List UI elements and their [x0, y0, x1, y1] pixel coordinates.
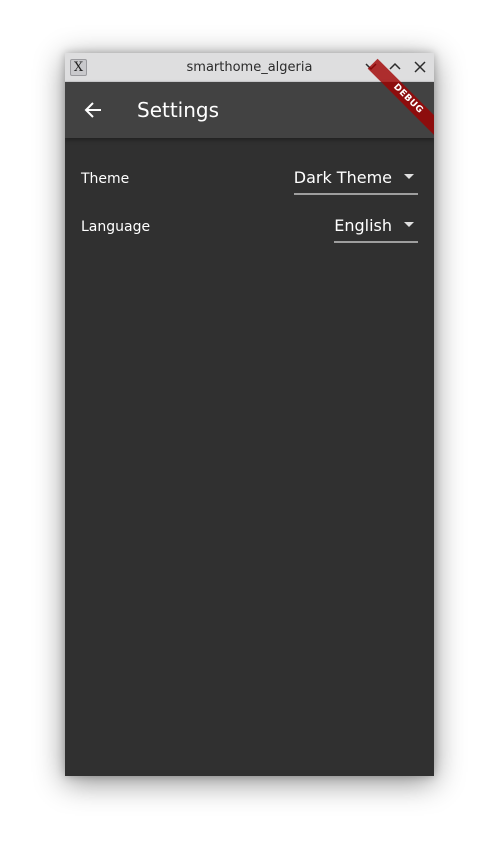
caret-down-icon — [404, 174, 414, 179]
app-window: X smarthome_algeria Settings DEBUG Theme… — [65, 53, 434, 776]
theme-dropdown[interactable]: Dark Theme — [293, 163, 418, 195]
app-bar: Settings DEBUG — [65, 58, 434, 140]
caret-down-icon — [404, 222, 414, 227]
language-dropdown-value: English — [334, 216, 392, 235]
theme-setting-row: Theme Dark Theme — [65, 163, 434, 211]
close-button[interactable] — [412, 59, 428, 75]
language-setting-row: Language English — [65, 211, 434, 259]
language-dropdown[interactable]: English — [334, 211, 418, 243]
theme-dropdown-value: Dark Theme — [293, 168, 392, 187]
back-button[interactable] — [81, 98, 105, 122]
close-icon — [414, 61, 426, 73]
page-title: Settings — [137, 98, 220, 122]
theme-label: Theme — [81, 171, 130, 187]
language-label: Language — [81, 219, 151, 235]
arrow-left-icon — [84, 102, 101, 118]
